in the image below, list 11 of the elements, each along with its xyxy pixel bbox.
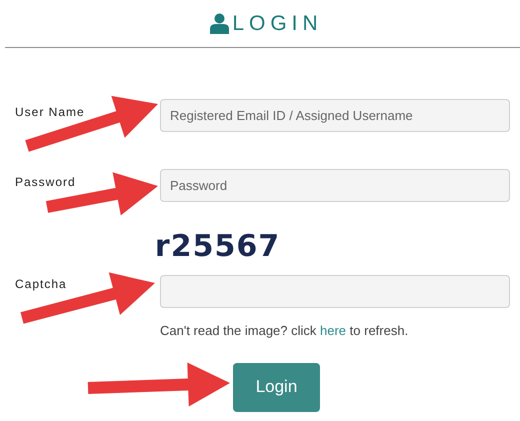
login-button[interactable]: Login xyxy=(233,362,320,412)
field-label: Password xyxy=(15,174,77,191)
input-field[interactable]: Registered Email ID / Assigned Username xyxy=(160,99,510,132)
user-icon xyxy=(210,13,230,34)
input-field[interactable] xyxy=(160,275,510,308)
refresh-link[interactable]: here xyxy=(320,323,346,338)
field-label: User Name xyxy=(15,104,86,121)
page-title: LOGIN xyxy=(232,10,323,37)
refresh-hint: Can't read the image? click here to refresh. xyxy=(160,322,410,340)
field-label: Captcha xyxy=(15,276,68,293)
input-field[interactable]: Password xyxy=(160,169,510,202)
